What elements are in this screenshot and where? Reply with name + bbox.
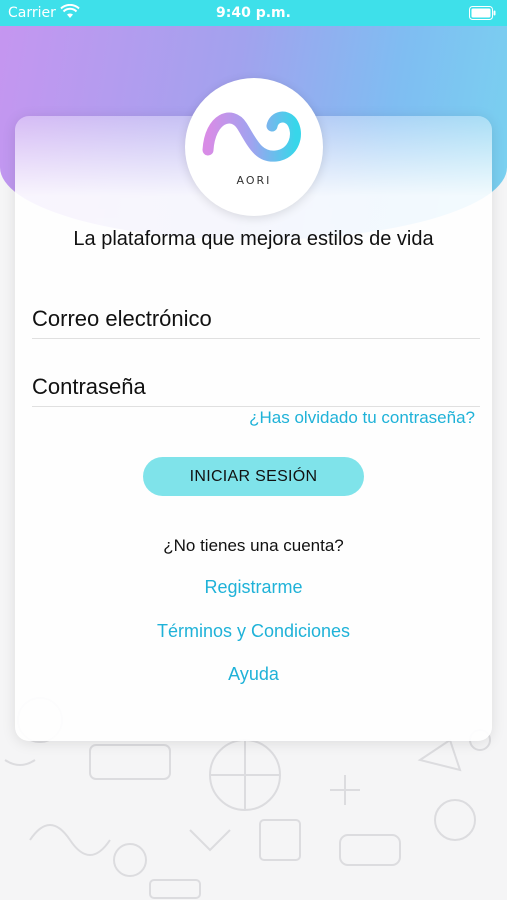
logo: AORI	[185, 78, 323, 216]
aori-wave-logo	[202, 111, 301, 162]
email-field[interactable]	[32, 299, 480, 339]
no-account-text: ¿No tienes una cuenta?	[163, 536, 344, 555]
logo-text: AORI	[236, 174, 272, 187]
forgot-password-link[interactable]: ¿Has olvidado tu contraseña?	[249, 408, 475, 428]
password-field[interactable]	[32, 367, 480, 407]
status-bar: Carrier 9:40 p.m.	[0, 0, 507, 26]
battery-full-icon	[469, 6, 496, 20]
help-link[interactable]: Ayuda	[15, 664, 492, 685]
tagline: La plataforma que mejora estilos de vida	[73, 228, 434, 250]
login-button[interactable]: INICIAR SESIÓN	[143, 457, 364, 496]
status-time: 9:40 p.m.	[216, 5, 291, 21]
terms-link[interactable]: Términos y Condiciones	[15, 621, 492, 642]
register-link[interactable]: Registrarme	[15, 577, 492, 598]
